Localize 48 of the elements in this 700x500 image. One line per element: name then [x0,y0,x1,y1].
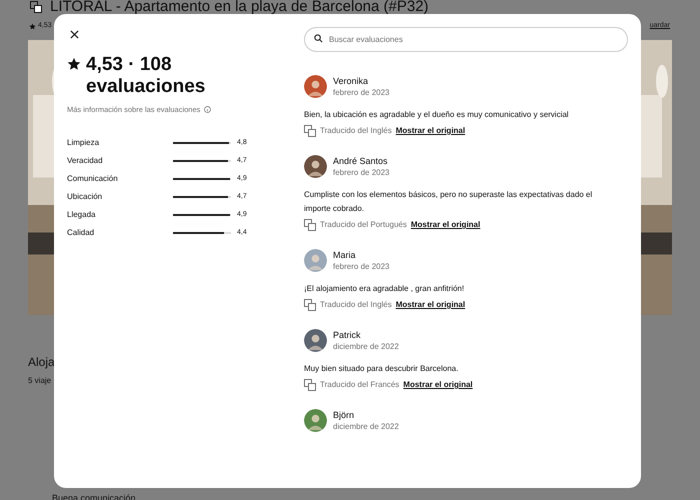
review-date: febrero de 2023 [333,87,390,98]
rating-summary: 4,53 · 108 evaluaciones [86,54,206,98]
search-icon [314,34,323,43]
avatar [304,75,327,98]
category-label: Veracidad [67,154,104,167]
review-date: febrero de 2023 [333,261,390,272]
review-text: ¡El alojamiento era agradable , gran anfitrión! [304,283,466,295]
review-text: Bien, la ubicación es agradable y el dueño es muy comunicativo y servicial [304,109,570,121]
translation-note: Traducido del Portugués [320,219,407,231]
review-date: diciembre de 2022 [333,421,399,432]
section-title: Aloja [28,354,55,370]
reviewer-name: Björn [333,409,356,421]
avatar [304,249,327,272]
section-subtitle: 5 viaje [28,374,52,386]
search-field[interactable]: Buscar evaluaciones [304,27,628,52]
listing-title: LITORAL - Apartamento en la playa de Barcelona (#P32) [50,0,429,14]
review-date: diciembre de 2022 [333,341,399,352]
category-label: Calidad [67,226,96,239]
reviewer-name: Maria [333,249,357,261]
star-icon [67,57,81,71]
translation-note: Traducido del Inglés [320,299,392,311]
show-original-link[interactable]: Mostrar el original [396,299,466,311]
star-icon [29,22,36,30]
translate-icon [304,299,316,311]
translation-note: Traducido del Inglés [320,125,392,137]
close-icon [70,30,78,38]
category-label: Ubicación [67,190,104,203]
reviewer-name: Patrick [333,329,362,341]
info-icon [204,106,212,114]
reviewer-name: André Santos [333,155,389,167]
avatar [304,409,327,432]
reviewer-name: Veronika [333,75,370,87]
avatar [304,329,327,352]
show-original-link[interactable]: Mostrar el original [410,219,480,231]
show-original-link[interactable]: Mostrar el original [396,125,466,137]
translation-note: Traducido del Francés [320,379,400,391]
category-label: Llegada [67,208,96,221]
avatar [304,155,327,178]
review-text: Cumpliste con los elementos básicos, pero no superaste las expectativas dado el importe cobrado. [304,189,594,215]
translate-icon [304,125,316,137]
translate-icon [304,379,316,391]
translate-icon [304,219,316,231]
show-original-link[interactable]: Mostrar el original [403,379,473,391]
review-date: febrero de 2023 [333,167,390,178]
category-label: Comunicación [67,172,119,185]
translate-icon [30,1,42,13]
category-label: Limpieza [67,136,100,149]
review-text: Muy bien situado para descubrir Barcelona. [304,363,460,375]
